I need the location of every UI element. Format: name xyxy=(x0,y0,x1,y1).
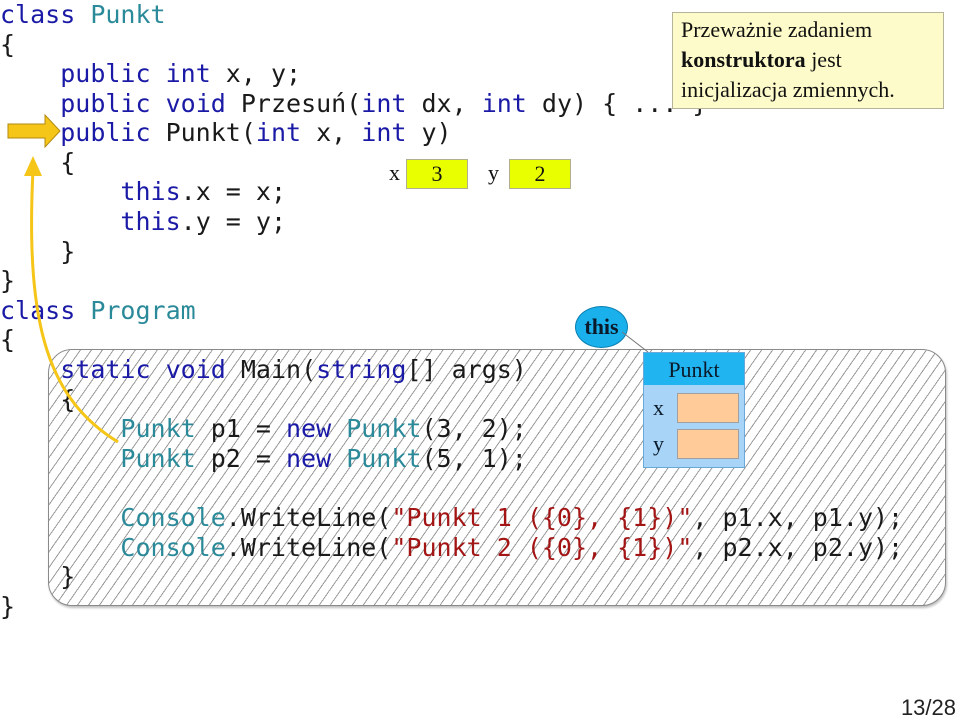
type-name: Punkt xyxy=(331,444,422,473)
keyword: int xyxy=(255,118,302,147)
object-field-x xyxy=(677,393,739,423)
code-text: [] args) xyxy=(406,355,527,384)
code-text: Main( xyxy=(225,355,317,384)
code-line-new-p2: Punkt p2 = new Punkt(5, 1); xyxy=(0,444,527,474)
object-field-x-label: x xyxy=(653,395,664,420)
code-line-brace: } xyxy=(0,592,16,621)
keyword: public xyxy=(60,118,151,147)
punkt-object: Punkt x y xyxy=(643,352,745,468)
code-text: Przesuń( xyxy=(225,89,362,118)
keyword: this xyxy=(120,207,181,236)
code-text: Punkt( xyxy=(150,118,256,147)
code-line-przesun: public void Przesuń(int dx, int dy) { ..… xyxy=(0,89,707,119)
param-x-value: 3 xyxy=(406,159,468,189)
object-class-name: Punkt xyxy=(644,353,744,385)
code-text: x, y; xyxy=(210,59,302,88)
type-name: Punkt xyxy=(331,414,422,443)
code-text: } xyxy=(60,237,76,266)
code-text: { xyxy=(60,385,76,414)
keyword: string xyxy=(316,355,407,384)
string-literal: "Punkt 2 ({0}, {1})" xyxy=(391,533,693,562)
code-line-brace: } xyxy=(0,562,75,592)
keyword: this xyxy=(120,177,181,206)
code-line-brace: { xyxy=(0,30,16,59)
this-bubble: this xyxy=(575,306,628,348)
constructor-note: Przeważnie zadaniem konstruktora jest in… xyxy=(672,12,944,109)
class-name: Program xyxy=(90,296,196,325)
code-line-new-p1: Punkt p1 = new Punkt(3, 2); xyxy=(0,414,527,444)
code-line-writeline-1: Console.WriteLine("Punkt 1 ({0}, {1})", … xyxy=(0,503,903,533)
keyword: new xyxy=(286,444,332,473)
object-field-y-label: y xyxy=(653,431,664,456)
code-text: , p2.x, p2.y); xyxy=(692,533,904,562)
code-text: .x = x; xyxy=(180,177,286,206)
type-name: Punkt xyxy=(120,414,196,443)
code-text: dx, xyxy=(406,89,482,118)
keyword: public xyxy=(60,89,151,118)
code-line-writeline-2: Console.WriteLine("Punkt 2 ({0}, {1})", … xyxy=(0,533,903,563)
keyword: new xyxy=(286,414,332,443)
code-text: p1 = xyxy=(195,414,286,443)
code-line-brace: { xyxy=(0,325,16,354)
code-line-main: static void Main(string[] args) xyxy=(0,355,527,385)
code-line-class-program: class Program xyxy=(0,296,196,326)
keyword: void xyxy=(165,89,226,118)
code-line-constructor: public Punkt(int x, int y) xyxy=(0,118,452,148)
keyword: void xyxy=(165,355,226,384)
code-text: , p1.x, p1.y); xyxy=(692,503,904,532)
note-line: konstruktora jest xyxy=(681,45,935,75)
string-literal: "Punkt 1 ({0}, {1})" xyxy=(391,503,693,532)
code-text: { xyxy=(60,148,76,177)
code-line-brace: } xyxy=(0,266,16,295)
main-method-highlight xyxy=(48,349,946,606)
note-line: Przeważnie zadaniem xyxy=(681,17,873,42)
code-text: y) xyxy=(406,118,452,147)
code-text: .WriteLine( xyxy=(225,503,392,532)
type-name: Console xyxy=(120,533,226,562)
code-line-brace: { xyxy=(0,385,75,415)
code-text: .WriteLine( xyxy=(225,533,392,562)
param-y-label: y xyxy=(488,160,499,185)
keyword: static xyxy=(60,355,151,384)
code-text: (3, 2); xyxy=(421,414,527,443)
note-text: jest xyxy=(805,47,842,72)
note-bold: konstruktora xyxy=(681,47,806,72)
code-text: .y = y; xyxy=(180,207,286,236)
code-line-assign-y: this.y = y; xyxy=(0,207,286,237)
code-text: p2 = xyxy=(195,444,286,473)
class-name: Punkt xyxy=(90,0,166,29)
keyword: int xyxy=(361,118,407,147)
param-y-value: 2 xyxy=(509,159,571,189)
page-number: 13/28 xyxy=(900,695,956,720)
code-line-fields: public int x, y; xyxy=(0,59,301,89)
code-line-brace: } xyxy=(0,237,75,267)
keyword: int xyxy=(481,89,527,118)
keyword: int xyxy=(361,89,407,118)
keyword: int xyxy=(165,59,211,88)
keyword: public xyxy=(60,59,151,88)
keyword: class xyxy=(0,296,76,325)
code-line-brace: { xyxy=(0,148,75,178)
keyword: class xyxy=(0,0,76,29)
code-line-assign-x: this.x = x; xyxy=(0,177,286,207)
code-text: (5, 1); xyxy=(421,444,527,473)
type-name: Console xyxy=(120,503,226,532)
object-field-y xyxy=(677,429,739,459)
code-line-class-punkt: class Punkt xyxy=(0,0,166,30)
param-x-label: x xyxy=(389,160,400,185)
code-text: x, xyxy=(301,118,362,147)
note-line: inicjalizacja zmiennych. xyxy=(681,77,895,102)
type-name: Punkt xyxy=(120,444,196,473)
code-text: } xyxy=(60,562,76,591)
